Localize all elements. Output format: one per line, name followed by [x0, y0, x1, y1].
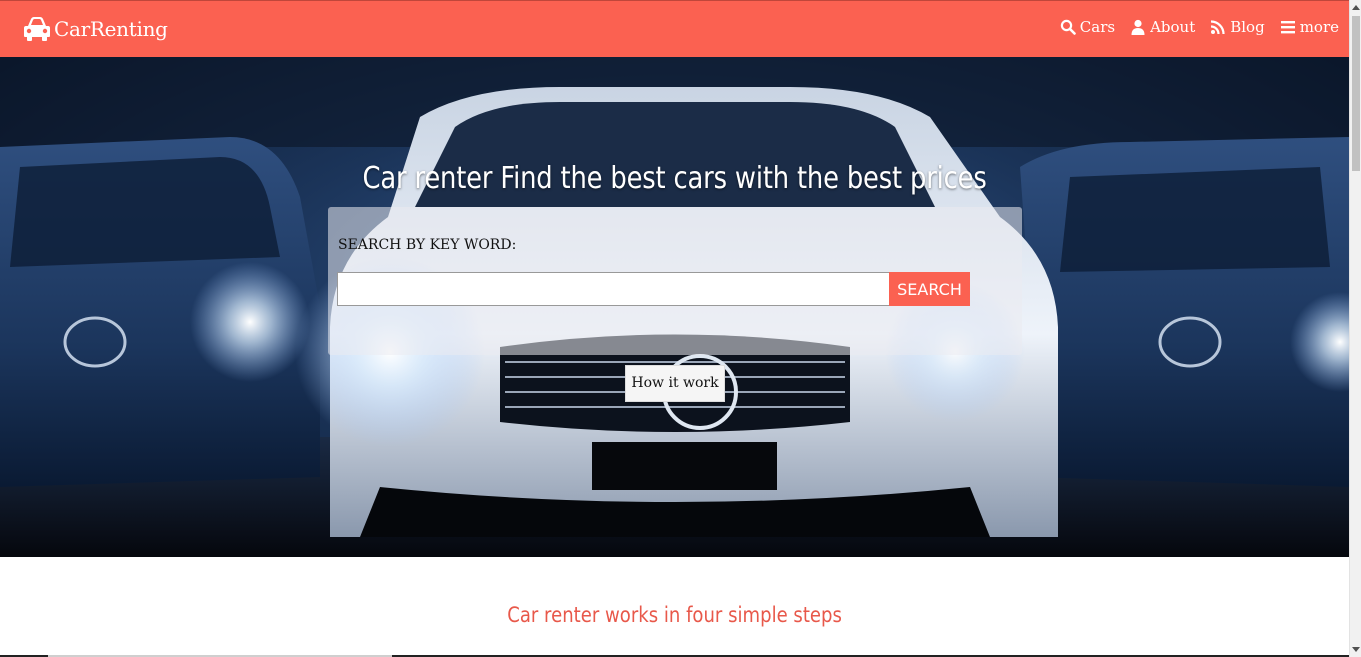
- brand-logo-link[interactable]: CarRenting: [22, 14, 168, 44]
- nav-link-about[interactable]: About: [1130, 18, 1195, 36]
- hero-title: Car renter Find the best cars with the b…: [362, 161, 987, 196]
- search-label: SEARCH BY KEY WORD:: [338, 237, 517, 253]
- search-icon: [1060, 19, 1076, 35]
- scroll-down-arrow-icon[interactable]: [1350, 643, 1361, 657]
- menu-icon: [1280, 21, 1295, 34]
- search-panel: SEARCH BY KEY WORD: SEARCH: [328, 207, 1022, 355]
- how-it-work-button[interactable]: How it work: [625, 365, 725, 402]
- search-button[interactable]: SEARCH: [889, 272, 970, 306]
- brand-name: CarRenting: [54, 17, 168, 41]
- nav-link-label: Blog: [1230, 18, 1265, 36]
- nav-link-more[interactable]: more: [1280, 18, 1339, 36]
- steps-section-title: Car renter works in four simple steps: [507, 603, 842, 627]
- nav-link-cars[interactable]: Cars: [1060, 18, 1115, 36]
- rss-icon: [1211, 20, 1225, 35]
- car-icon: [24, 17, 50, 41]
- nav-link-label: more: [1299, 18, 1339, 36]
- nav-links: Cars About Blog more: [1045, 18, 1339, 36]
- user-icon: [1131, 19, 1145, 35]
- scroll-up-arrow-icon[interactable]: [1350, 0, 1361, 14]
- nav-link-label: About: [1150, 18, 1196, 36]
- scrollbar-thumb[interactable]: [1352, 16, 1360, 171]
- top-navbar: CarRenting Cars About Blog more: [0, 0, 1349, 57]
- search-input[interactable]: [337, 272, 890, 306]
- nav-link-blog[interactable]: Blog: [1210, 18, 1265, 36]
- nav-link-label: Cars: [1079, 18, 1116, 36]
- page-scrollbar[interactable]: [1349, 0, 1361, 657]
- hero-section: Car renter Find the best cars with the b…: [0, 57, 1349, 557]
